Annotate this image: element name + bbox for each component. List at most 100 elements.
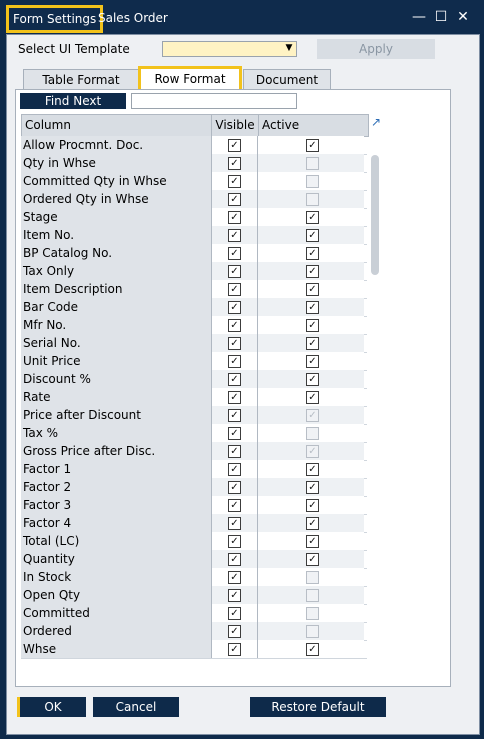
select-ui-template-label: Select UI Template: [18, 42, 130, 56]
column-name: Gross Price after Disc.: [21, 442, 212, 460]
visible-checkbox[interactable]: ✓: [228, 283, 241, 296]
visible-checkbox[interactable]: ✓: [228, 445, 241, 458]
active-cell: ✓: [258, 280, 364, 298]
column-name: Unit Price: [21, 352, 212, 370]
find-input[interactable]: [131, 93, 297, 109]
title-bar: Form Settings Sales Order — ☐ ✕: [0, 0, 484, 34]
active-cell: ✓: [258, 442, 364, 460]
active-checkbox[interactable]: ✓: [306, 319, 319, 332]
visible-checkbox[interactable]: ✓: [228, 193, 241, 206]
table-row: Allow Procmnt. Doc. ✓ ✓: [21, 136, 367, 155]
table-row: Rate ✓ ✓: [21, 388, 367, 407]
visible-header[interactable]: Visible: [212, 115, 259, 136]
visible-cell: ✓: [212, 244, 258, 262]
visible-checkbox[interactable]: ✓: [228, 211, 241, 224]
minimize-icon[interactable]: —: [410, 8, 428, 26]
visible-checkbox[interactable]: ✓: [228, 229, 241, 242]
active-checkbox[interactable]: ✓: [306, 463, 319, 476]
visible-checkbox[interactable]: ✓: [228, 265, 241, 278]
active-checkbox[interactable]: ✓: [306, 283, 319, 296]
visible-checkbox[interactable]: ✓: [228, 589, 241, 602]
visible-checkbox[interactable]: ✓: [228, 337, 241, 350]
visible-cell: ✓: [212, 298, 258, 316]
tab-table-format[interactable]: Table Format: [23, 69, 139, 91]
apply-button[interactable]: Apply: [317, 39, 435, 59]
table-row: Total (LC) ✓ ✓: [21, 532, 367, 551]
active-checkbox[interactable]: ✓: [306, 229, 319, 242]
active-checkbox: [306, 625, 319, 638]
visible-checkbox[interactable]: ✓: [228, 517, 241, 530]
column-name: Factor 3: [21, 496, 212, 514]
visible-checkbox[interactable]: ✓: [228, 355, 241, 368]
column-header[interactable]: Column: [22, 115, 212, 136]
find-next-button[interactable]: Find Next: [20, 93, 126, 109]
column-name: Item No.: [21, 226, 212, 244]
visible-checkbox[interactable]: ✓: [228, 625, 241, 638]
active-checkbox[interactable]: ✓: [306, 481, 319, 494]
visible-checkbox[interactable]: ✓: [228, 301, 241, 314]
visible-checkbox[interactable]: ✓: [228, 553, 241, 566]
active-checkbox[interactable]: ✓: [306, 535, 319, 548]
restore-default-button[interactable]: Restore Default: [250, 697, 386, 717]
active-cell: [258, 154, 364, 172]
column-name: Ordered Qty in Whse: [21, 190, 212, 208]
visible-checkbox[interactable]: ✓: [228, 247, 241, 260]
visible-cell: ✓: [212, 514, 258, 532]
active-checkbox: [306, 175, 319, 188]
visible-checkbox[interactable]: ✓: [228, 481, 241, 494]
active-checkbox[interactable]: ✓: [306, 643, 319, 656]
active-checkbox[interactable]: ✓: [306, 211, 319, 224]
cancel-button[interactable]: Cancel: [93, 697, 179, 717]
table-row: Unit Price ✓ ✓: [21, 352, 367, 371]
visible-checkbox[interactable]: ✓: [228, 157, 241, 170]
active-cell: ✓: [258, 352, 364, 370]
visible-cell: ✓: [212, 280, 258, 298]
visible-cell: ✓: [212, 316, 258, 334]
visible-checkbox[interactable]: ✓: [228, 571, 241, 584]
visible-checkbox[interactable]: ✓: [228, 463, 241, 476]
visible-checkbox[interactable]: ✓: [228, 373, 241, 386]
close-icon[interactable]: ✕: [454, 8, 472, 26]
column-name: Whse: [21, 640, 212, 658]
visible-checkbox[interactable]: ✓: [228, 535, 241, 548]
visible-cell: ✓: [212, 190, 258, 208]
chevron-down-icon[interactable]: ▼: [284, 43, 294, 53]
visible-checkbox[interactable]: ✓: [228, 139, 241, 152]
sales-order-tab[interactable]: Sales Order: [98, 8, 168, 28]
active-checkbox[interactable]: ✓: [306, 355, 319, 368]
active-cell: ✓: [258, 550, 364, 568]
column-name: Mfr No.: [21, 316, 212, 334]
visible-cell: ✓: [212, 226, 258, 244]
table-row: Factor 3 ✓ ✓: [21, 496, 367, 515]
active-checkbox[interactable]: ✓: [306, 265, 319, 278]
active-checkbox[interactable]: ✓: [306, 139, 319, 152]
column-name: Allow Procmnt. Doc.: [21, 136, 212, 154]
maximize-icon[interactable]: ☐: [432, 8, 450, 26]
ok-button[interactable]: OK: [20, 697, 86, 717]
expand-arrow-icon[interactable]: ↗: [371, 116, 381, 128]
tab-document[interactable]: Document: [243, 69, 331, 91]
visible-checkbox[interactable]: ✓: [228, 391, 241, 404]
active-checkbox[interactable]: ✓: [306, 373, 319, 386]
vertical-scrollbar[interactable]: [371, 155, 379, 275]
active-checkbox[interactable]: ✓: [306, 337, 319, 350]
visible-checkbox[interactable]: ✓: [228, 175, 241, 188]
active-header[interactable]: Active: [259, 115, 332, 136]
active-checkbox[interactable]: ✓: [306, 247, 319, 260]
active-checkbox[interactable]: ✓: [306, 499, 319, 512]
column-name: BP Catalog No.: [21, 244, 212, 262]
active-checkbox[interactable]: ✓: [306, 517, 319, 530]
visible-checkbox[interactable]: ✓: [228, 427, 241, 440]
active-checkbox[interactable]: ✓: [306, 391, 319, 404]
active-cell: ✓: [258, 262, 364, 280]
visible-checkbox[interactable]: ✓: [228, 499, 241, 512]
visible-checkbox[interactable]: ✓: [228, 643, 241, 656]
form-settings-tab[interactable]: Form Settings: [6, 5, 104, 33]
ui-template-select[interactable]: ▼: [162, 41, 297, 57]
visible-checkbox[interactable]: ✓: [228, 607, 241, 620]
active-checkbox[interactable]: ✓: [306, 553, 319, 566]
visible-checkbox[interactable]: ✓: [228, 409, 241, 422]
active-checkbox[interactable]: ✓: [306, 301, 319, 314]
visible-checkbox[interactable]: ✓: [228, 319, 241, 332]
active-cell: ✓: [258, 316, 364, 334]
